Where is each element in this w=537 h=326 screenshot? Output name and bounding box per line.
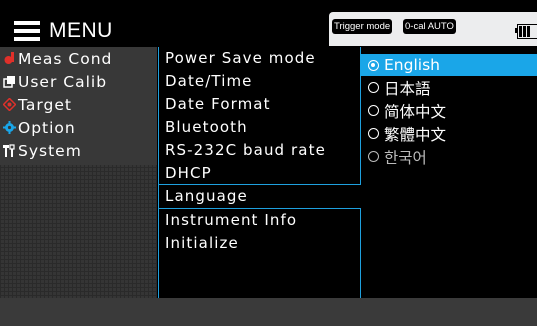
sidebar-item-option[interactable]: Option (0, 116, 157, 139)
sidebar-item-user-calib[interactable]: User Calib (0, 70, 157, 93)
radio-icon (368, 82, 379, 93)
bottom-bar (0, 298, 537, 326)
hamburger-icon (14, 21, 40, 41)
status-bar: Trigger mode 0-cal AUTO (329, 12, 537, 46)
top-bar: MENU Trigger mode 0-cal AUTO (0, 0, 537, 46)
gear-icon (3, 121, 16, 134)
user-calib-icon (3, 76, 15, 88)
radio-selected-icon (368, 59, 379, 71)
submenu-group-2: Instrument Info Initialize (159, 208, 361, 299)
menu-item-bluetooth[interactable]: Bluetooth (159, 116, 360, 139)
meas-cond-icon (4, 52, 14, 64)
target-icon (3, 98, 16, 111)
sidebar-item-label: Target (18, 95, 72, 114)
tools-icon (3, 144, 15, 157)
option-label: 한국어 (384, 148, 427, 167)
radio-icon (368, 105, 379, 116)
cal-mode-badge: 0-cal AUTO (403, 19, 456, 34)
menu-item-power-save[interactable]: Power Save mode (159, 47, 360, 70)
sidebar-item-system[interactable]: System (0, 139, 157, 162)
menu-item-rs232c-baud[interactable]: RS-232C baud rate (159, 139, 360, 162)
option-label: 繁體中文 (384, 125, 447, 144)
option-label: 日本語 (384, 79, 431, 98)
language-option-traditional-chinese[interactable]: 繁體中文 (360, 122, 537, 145)
submenu-group-1: Power Save mode Date/Time Date Format Bl… (159, 47, 361, 185)
radio-icon (368, 128, 379, 139)
sidebar-item-label: Meas Cond (18, 49, 113, 68)
option-label: 简体中文 (384, 102, 447, 121)
menu-item-date-time[interactable]: Date/Time (159, 70, 360, 93)
submenu-panel: Power Save mode Date/Time Date Format Bl… (158, 47, 361, 299)
sidebar-item-target[interactable]: Target (0, 93, 157, 116)
language-option-korean[interactable]: 한국어 (360, 145, 537, 168)
language-option-english[interactable]: English (360, 54, 537, 76)
language-option-simplified-chinese[interactable]: 简体中文 (360, 99, 537, 122)
menu-item-instrument-info[interactable]: Instrument Info (159, 209, 360, 232)
language-options: English 日本語 简体中文 繁體中文 한국어 (360, 47, 537, 298)
sidebar-item-meas-cond[interactable]: Meas Cond (0, 47, 157, 70)
menu-item-initialize[interactable]: Initialize (159, 232, 360, 255)
sidebar-item-label: System (18, 141, 82, 160)
menu-item-date-format[interactable]: Date Format (159, 93, 360, 116)
option-label: English (384, 56, 440, 74)
menu-item-language[interactable]: Language (159, 186, 361, 207)
radio-icon (368, 151, 379, 162)
menu-label: MENU (49, 19, 113, 42)
language-option-japanese[interactable]: 日本語 (360, 76, 537, 99)
battery-icon (515, 24, 537, 39)
menu-button[interactable]: MENU (14, 18, 113, 44)
sidebar-item-label: User Calib (18, 72, 108, 91)
main-menu: Meas Cond User Calib Target Option Syste… (0, 47, 157, 298)
menu-item-dhcp[interactable]: DHCP (159, 162, 360, 185)
trigger-mode-badge: Trigger mode (332, 19, 393, 34)
sidebar-item-label: Option (18, 118, 76, 137)
